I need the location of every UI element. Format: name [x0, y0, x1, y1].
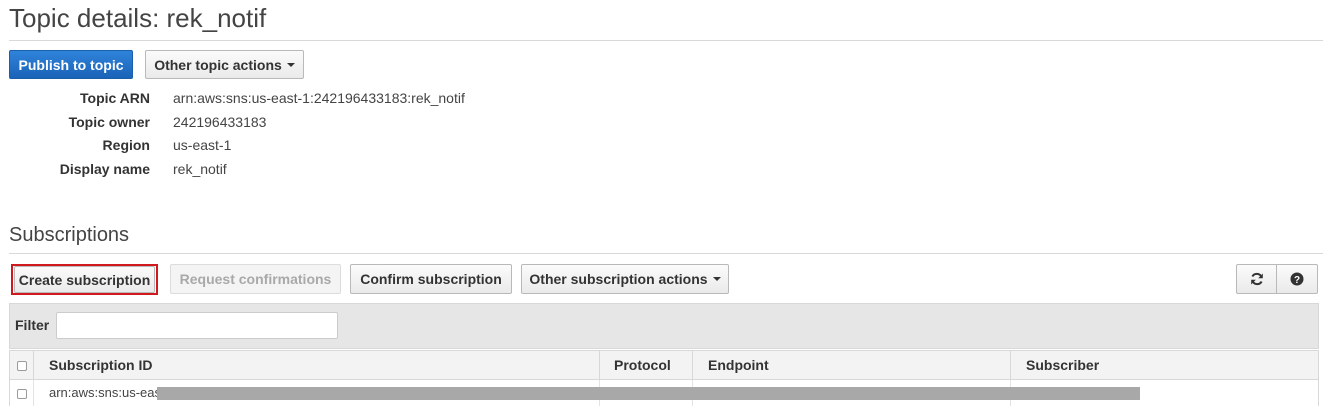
caret-down-icon — [286, 62, 295, 67]
cell-subscription-id[interactable]: arn:aws:sns:us-eas — [49, 385, 161, 400]
detail-row-topic-owner: Topic owner 242196433183 — [9, 114, 609, 134]
help-icon: ? — [1290, 272, 1304, 286]
column-header-subscriber[interactable]: Subscriber — [1026, 351, 1099, 379]
detail-label: Display name — [59, 161, 150, 177]
title-divider — [9, 40, 1323, 41]
redaction-bar — [157, 387, 1140, 400]
refresh-button[interactable] — [1236, 264, 1277, 294]
column-divider — [599, 351, 600, 379]
filter-label: Filter — [15, 317, 50, 333]
refresh-icon — [1250, 272, 1264, 286]
subscriptions-section-title: Subscriptions — [9, 224, 130, 246]
detail-label: Region — [102, 137, 150, 153]
svg-text:?: ? — [1294, 275, 1300, 286]
highlight-box — [11, 264, 158, 295]
filter-bar: Filter — [9, 303, 1319, 349]
detail-label: Topic owner — [68, 114, 150, 130]
other-topic-actions-label: Other topic actions — [154, 56, 282, 73]
detail-value: 242196433183 — [173, 114, 267, 130]
column-header-protocol[interactable]: Protocol — [614, 351, 671, 379]
detail-row-topic-arn: Topic ARN arn:aws:sns:us-east-1:24219643… — [9, 90, 609, 110]
help-button[interactable]: ? — [1276, 264, 1318, 294]
column-header-endpoint[interactable]: Endpoint — [708, 351, 769, 379]
other-subscription-actions-label: Other subscription actions — [529, 271, 708, 287]
select-all-checkbox[interactable] — [17, 361, 27, 371]
column-divider — [1010, 351, 1011, 379]
caret-down-icon — [712, 277, 721, 281]
other-topic-actions-dropdown[interactable]: Other topic actions — [145, 50, 304, 79]
detail-row-display-name: Display name rek_notif — [9, 161, 609, 181]
column-divider — [33, 380, 34, 406]
other-subscription-actions-dropdown[interactable]: Other subscription actions — [521, 264, 729, 294]
column-divider — [33, 351, 34, 379]
request-confirmations-button[interactable]: Request confirmations — [170, 264, 341, 294]
subscriptions-divider — [9, 253, 1323, 254]
column-header-subscription-id[interactable]: Subscription ID — [49, 351, 152, 379]
detail-row-region: Region us-east-1 — [9, 137, 609, 157]
page-title: Topic details: rek_notif — [9, 3, 267, 33]
sns-topic-details-page: Topic details: rek_notif Publish to topi… — [0, 0, 1323, 406]
detail-value: arn:aws:sns:us-east-1:242196433183:rek_n… — [173, 90, 465, 106]
table-row[interactable]: arn:aws:sns:us-eas — [9, 380, 1319, 406]
detail-label: Topic ARN — [80, 90, 150, 106]
detail-value: us-east-1 — [173, 137, 232, 153]
column-divider — [692, 351, 693, 379]
row-checkbox[interactable] — [17, 389, 27, 399]
publish-to-topic-button[interactable]: Publish to topic — [9, 50, 133, 79]
table-header: Subscription ID Protocol Endpoint Subscr… — [9, 350, 1319, 380]
filter-input[interactable] — [56, 312, 338, 339]
confirm-subscription-button[interactable]: Confirm subscription — [350, 264, 512, 294]
detail-value: rek_notif — [173, 161, 227, 177]
